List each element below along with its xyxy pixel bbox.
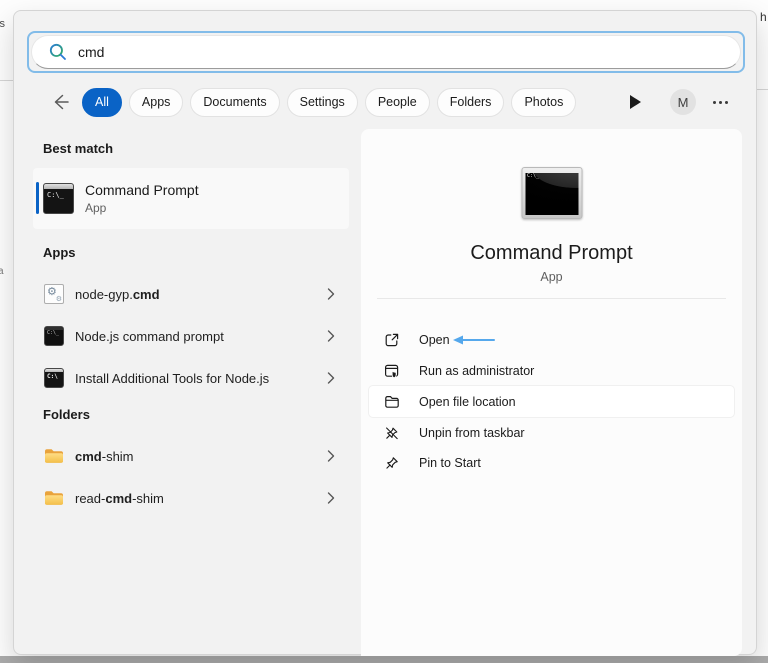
search-flyout-window: All Apps Documents Settings People Folde… — [13, 10, 758, 656]
desktop-edge-line — [757, 89, 768, 90]
search-input[interactable] — [78, 44, 678, 60]
section-header-folders: Folders — [43, 407, 90, 422]
action-open[interactable]: Open — [369, 324, 734, 355]
folder-icon — [45, 449, 63, 463]
section-header-apps: Apps — [43, 245, 76, 260]
terminal-icon: C:\_ — [44, 326, 64, 346]
chevron-right-icon — [327, 288, 335, 300]
desktop-edge-line — [0, 80, 13, 81]
batch-file-icon: ⚙ ⚙ — [44, 284, 64, 304]
search-box-focus-ring — [27, 31, 745, 73]
chevron-right-icon — [327, 450, 335, 462]
terminal-icon: C:\_ — [43, 183, 74, 214]
result-title: Command Prompt — [85, 182, 199, 198]
selection-accent-bar — [36, 182, 39, 214]
action-label: Pin to Start — [419, 455, 481, 470]
tab-documents[interactable]: Documents — [190, 87, 280, 117]
search-box[interactable] — [31, 35, 741, 69]
result-nodejs-command-prompt[interactable]: C:\_ Node.js command prompt — [33, 315, 349, 357]
action-label: Run as administrator — [419, 363, 535, 378]
folder-icon — [45, 491, 63, 505]
chevron-right-icon — [327, 330, 335, 342]
action-label: Unpin from taskbar — [419, 425, 525, 440]
pin-icon — [386, 456, 398, 469]
result-install-additional-tools[interactable]: C:\ Install Additional Tools for Node.js — [33, 357, 349, 399]
filter-bar: All Apps Documents Settings People Folde… — [14, 87, 758, 117]
result-subtitle: App — [85, 201, 107, 215]
result-folder-read-cmd-shim[interactable]: read-cmd-shim — [33, 477, 349, 519]
screen: is a h — [0, 0, 768, 663]
unpin-icon — [386, 426, 398, 439]
action-open-file-location[interactable]: Open file location — [369, 386, 734, 417]
chevron-right-icon — [327, 492, 335, 504]
open-external-icon — [385, 333, 399, 346]
action-label: Open file location — [419, 394, 516, 409]
divider — [377, 298, 726, 299]
search-icon — [49, 43, 66, 60]
command-prompt-app-icon: C:\_ — [521, 167, 582, 219]
section-header-best-match: Best match — [43, 141, 114, 156]
admin-window-shield-icon — [385, 364, 399, 378]
desktop-text-fragment: is — [0, 18, 5, 30]
action-pin-to-start[interactable]: Pin to Start — [369, 447, 734, 478]
desktop-bottom-strip — [0, 656, 768, 663]
action-label: Open — [419, 332, 450, 347]
preview-panel: C:\_ Command Prompt App Open Run as admi… — [361, 129, 742, 656]
action-run-as-administrator[interactable]: Run as administrator — [369, 355, 734, 386]
result-folder-cmd-shim[interactable]: cmd-shim — [33, 435, 349, 477]
terminal-icon: C:\ — [44, 368, 64, 388]
play-icon[interactable] — [630, 95, 641, 109]
chevron-right-icon — [327, 372, 335, 384]
tab-photos[interactable]: Photos — [511, 87, 577, 117]
tab-all[interactable]: All — [82, 87, 122, 117]
preview-app-subtitle: App — [540, 270, 563, 284]
result-node-gyp-cmd[interactable]: ⚙ ⚙ node-gyp.cmd — [33, 273, 349, 315]
desktop-text-fragment: h — [760, 10, 767, 24]
back-arrow-icon[interactable] — [49, 91, 71, 113]
desktop-text-fragment: a — [0, 266, 4, 277]
more-options-icon[interactable] — [713, 100, 728, 104]
folder-outline-icon — [385, 395, 399, 408]
tab-people[interactable]: People — [364, 87, 430, 117]
tab-settings[interactable]: Settings — [286, 87, 358, 117]
tab-folders[interactable]: Folders — [436, 87, 505, 117]
tab-apps[interactable]: Apps — [128, 87, 184, 117]
user-avatar[interactable]: M — [670, 89, 696, 115]
best-match-result-command-prompt[interactable]: C:\_ Command Prompt App — [33, 168, 349, 229]
preview-app-title: Command Prompt — [470, 242, 633, 264]
action-unpin-from-taskbar[interactable]: Unpin from taskbar — [369, 417, 734, 448]
